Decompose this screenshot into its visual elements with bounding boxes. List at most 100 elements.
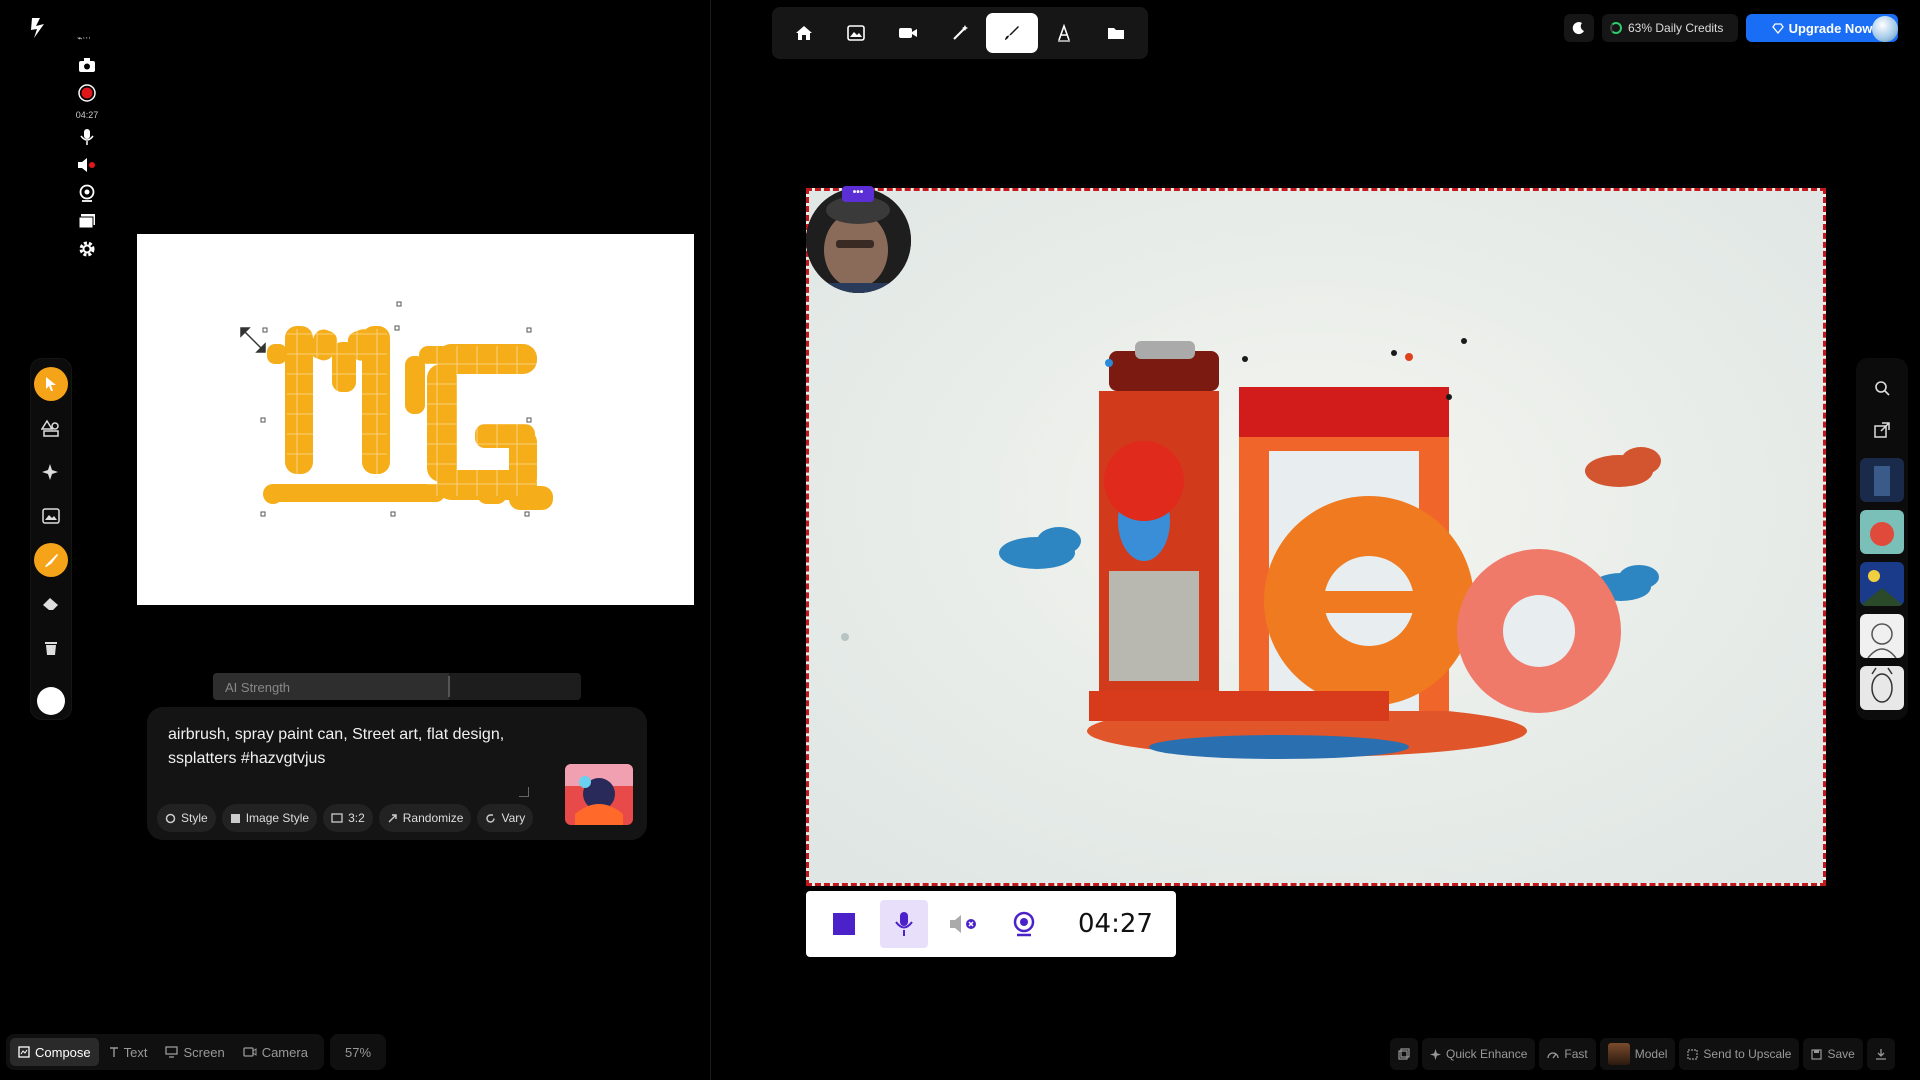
save-icon bbox=[1811, 1048, 1823, 1060]
text-font-icon[interactable] bbox=[1038, 13, 1090, 53]
send-to-upscale-button[interactable]: Send to Upscale bbox=[1679, 1038, 1800, 1070]
style-reference-thumbnail[interactable] bbox=[565, 764, 633, 825]
ai-strength-handle[interactable] bbox=[447, 676, 450, 697]
text-tab[interactable]: Text bbox=[101, 1038, 156, 1066]
color-picker-swatch[interactable] bbox=[37, 687, 65, 715]
ai-sparkle-icon[interactable] bbox=[34, 455, 68, 489]
select-tool-icon[interactable] bbox=[34, 367, 68, 401]
history-thumbnail[interactable] bbox=[1860, 458, 1904, 502]
style-link-icon bbox=[165, 813, 176, 823]
mic-toggle-icon[interactable] bbox=[880, 900, 928, 948]
text-tab-label: Text bbox=[123, 1044, 148, 1060]
webcam-toggle-icon[interactable] bbox=[1000, 900, 1048, 948]
shapes-tool-icon[interactable] bbox=[34, 411, 68, 445]
history-thumbnail[interactable] bbox=[1860, 666, 1904, 710]
fast-mode-button[interactable]: Fast bbox=[1539, 1038, 1596, 1070]
stop-recording-icon[interactable] bbox=[820, 900, 868, 948]
system-audio-muted-icon[interactable] bbox=[940, 900, 988, 948]
quick-enhance-label: Quick Enhance bbox=[1446, 1047, 1528, 1061]
settings-gear-icon[interactable] bbox=[75, 238, 99, 260]
widget-grip-icon[interactable]: ⌁··· bbox=[75, 26, 99, 48]
home-icon[interactable] bbox=[778, 13, 830, 53]
save-button[interactable]: Save bbox=[1803, 1038, 1863, 1070]
vary-label: Vary bbox=[501, 811, 526, 825]
output-actions-bar: Quick Enhance Fast Model Send to Upscale… bbox=[1390, 1038, 1895, 1070]
layers-icon[interactable] bbox=[75, 210, 99, 232]
trash-icon[interactable] bbox=[34, 631, 68, 665]
record-icon[interactable] bbox=[75, 82, 99, 104]
history-thumbnail[interactable] bbox=[1860, 510, 1904, 554]
realtime-canvas-icon[interactable] bbox=[986, 13, 1038, 53]
monitor-icon bbox=[165, 1046, 179, 1058]
aspect-ratio-chip[interactable]: 3:2 bbox=[323, 804, 373, 832]
camera-icon bbox=[243, 1047, 257, 1057]
fast-mode-label: Fast bbox=[1564, 1047, 1588, 1061]
vary-icon bbox=[486, 813, 496, 823]
video-icon[interactable] bbox=[882, 13, 934, 53]
image-tool-icon[interactable] bbox=[34, 499, 68, 533]
image-style-chip[interactable]: Image Style bbox=[221, 804, 318, 832]
randomize-icon bbox=[388, 813, 397, 822]
vary-chip[interactable]: Vary bbox=[477, 804, 534, 832]
magic-wand-icon[interactable] bbox=[934, 13, 986, 53]
screen-tab[interactable]: Screen bbox=[157, 1038, 232, 1066]
speedometer-icon bbox=[1547, 1052, 1560, 1059]
compose-tab[interactable]: Compose bbox=[10, 1038, 99, 1066]
webcam-preview[interactable] bbox=[806, 188, 911, 293]
credits-ring-icon bbox=[1610, 22, 1622, 34]
widget-timer: 04:27 bbox=[75, 110, 99, 120]
canvas-tool-rail bbox=[30, 358, 72, 720]
recording-widget: ⌁··· 04:27 bbox=[72, 26, 102, 260]
upscale-icon bbox=[1687, 1048, 1699, 1060]
speaker-muted-icon[interactable] bbox=[75, 154, 99, 176]
eraser-icon[interactable] bbox=[34, 587, 68, 621]
copy-icon[interactable] bbox=[1390, 1038, 1418, 1070]
zoom-level[interactable]: 57% bbox=[330, 1034, 386, 1070]
upgrade-label: Upgrade Now bbox=[1788, 20, 1873, 36]
aspect-ratio-label: 3:2 bbox=[348, 811, 365, 825]
prompt-panel: airbrush, spray paint can, Street art, f… bbox=[147, 707, 647, 840]
resize-cursor-icon bbox=[240, 327, 266, 353]
theme-toggle-moon-icon[interactable] bbox=[1564, 14, 1594, 42]
ai-strength-slider[interactable]: AI Strength bbox=[213, 673, 581, 700]
randomize-chip[interactable]: Randomize bbox=[378, 804, 472, 832]
diamond-icon bbox=[1771, 22, 1784, 34]
style-chip-label: Style bbox=[181, 811, 208, 825]
style-chip[interactable]: Style bbox=[157, 804, 216, 832]
daily-credits-text: 63% Daily Credits bbox=[1628, 21, 1724, 35]
download-icon[interactable] bbox=[1866, 1038, 1895, 1070]
camera-capture-icon[interactable] bbox=[75, 54, 99, 76]
camera-tab[interactable]: Camera bbox=[235, 1038, 316, 1066]
webcam-options-button[interactable]: ••• bbox=[842, 186, 874, 202]
aspect-ratio-icon bbox=[331, 813, 343, 823]
daily-credits-indicator[interactable]: 63% Daily Credits bbox=[1602, 14, 1738, 42]
quick-enhance-button[interactable]: Quick Enhance bbox=[1422, 1038, 1536, 1070]
svg-text:⌁···: ⌁··· bbox=[77, 34, 91, 41]
image-generation-icon[interactable] bbox=[830, 13, 882, 53]
app-logo[interactable] bbox=[28, 16, 50, 40]
image-style-icon bbox=[230, 813, 240, 823]
model-label: Model bbox=[1634, 1047, 1668, 1061]
folder-icon[interactable] bbox=[1090, 13, 1142, 53]
prompt-options: Style Image Style 3:2 Randomize Vary bbox=[157, 804, 534, 832]
brush-tool-icon[interactable] bbox=[34, 543, 68, 577]
recording-control-bar: 04:27 bbox=[806, 891, 1176, 957]
prompt-textarea[interactable]: airbrush, spray paint can, Street art, f… bbox=[168, 723, 528, 771]
history-thumbnail[interactable] bbox=[1860, 562, 1904, 606]
text-icon bbox=[109, 1047, 118, 1057]
user-avatar[interactable] bbox=[1872, 16, 1898, 42]
compose-icon bbox=[18, 1046, 30, 1058]
model-thumbnail bbox=[1607, 1043, 1630, 1065]
open-external-icon[interactable] bbox=[1868, 416, 1896, 444]
history-thumbnail[interactable] bbox=[1860, 614, 1904, 658]
enhance-sparkle-icon bbox=[1430, 1048, 1441, 1060]
microphone-icon[interactable] bbox=[75, 126, 99, 148]
search-icon[interactable] bbox=[1868, 374, 1896, 402]
sketch-canvas[interactable] bbox=[137, 234, 694, 605]
generated-image-canvas[interactable] bbox=[806, 188, 1826, 886]
panel-divider bbox=[710, 0, 711, 1080]
model-selector[interactable]: Model bbox=[1599, 1038, 1676, 1070]
compose-tab-label: Compose bbox=[35, 1044, 91, 1060]
webcam-icon[interactable] bbox=[75, 182, 99, 204]
textarea-resize-handle[interactable] bbox=[519, 787, 529, 797]
